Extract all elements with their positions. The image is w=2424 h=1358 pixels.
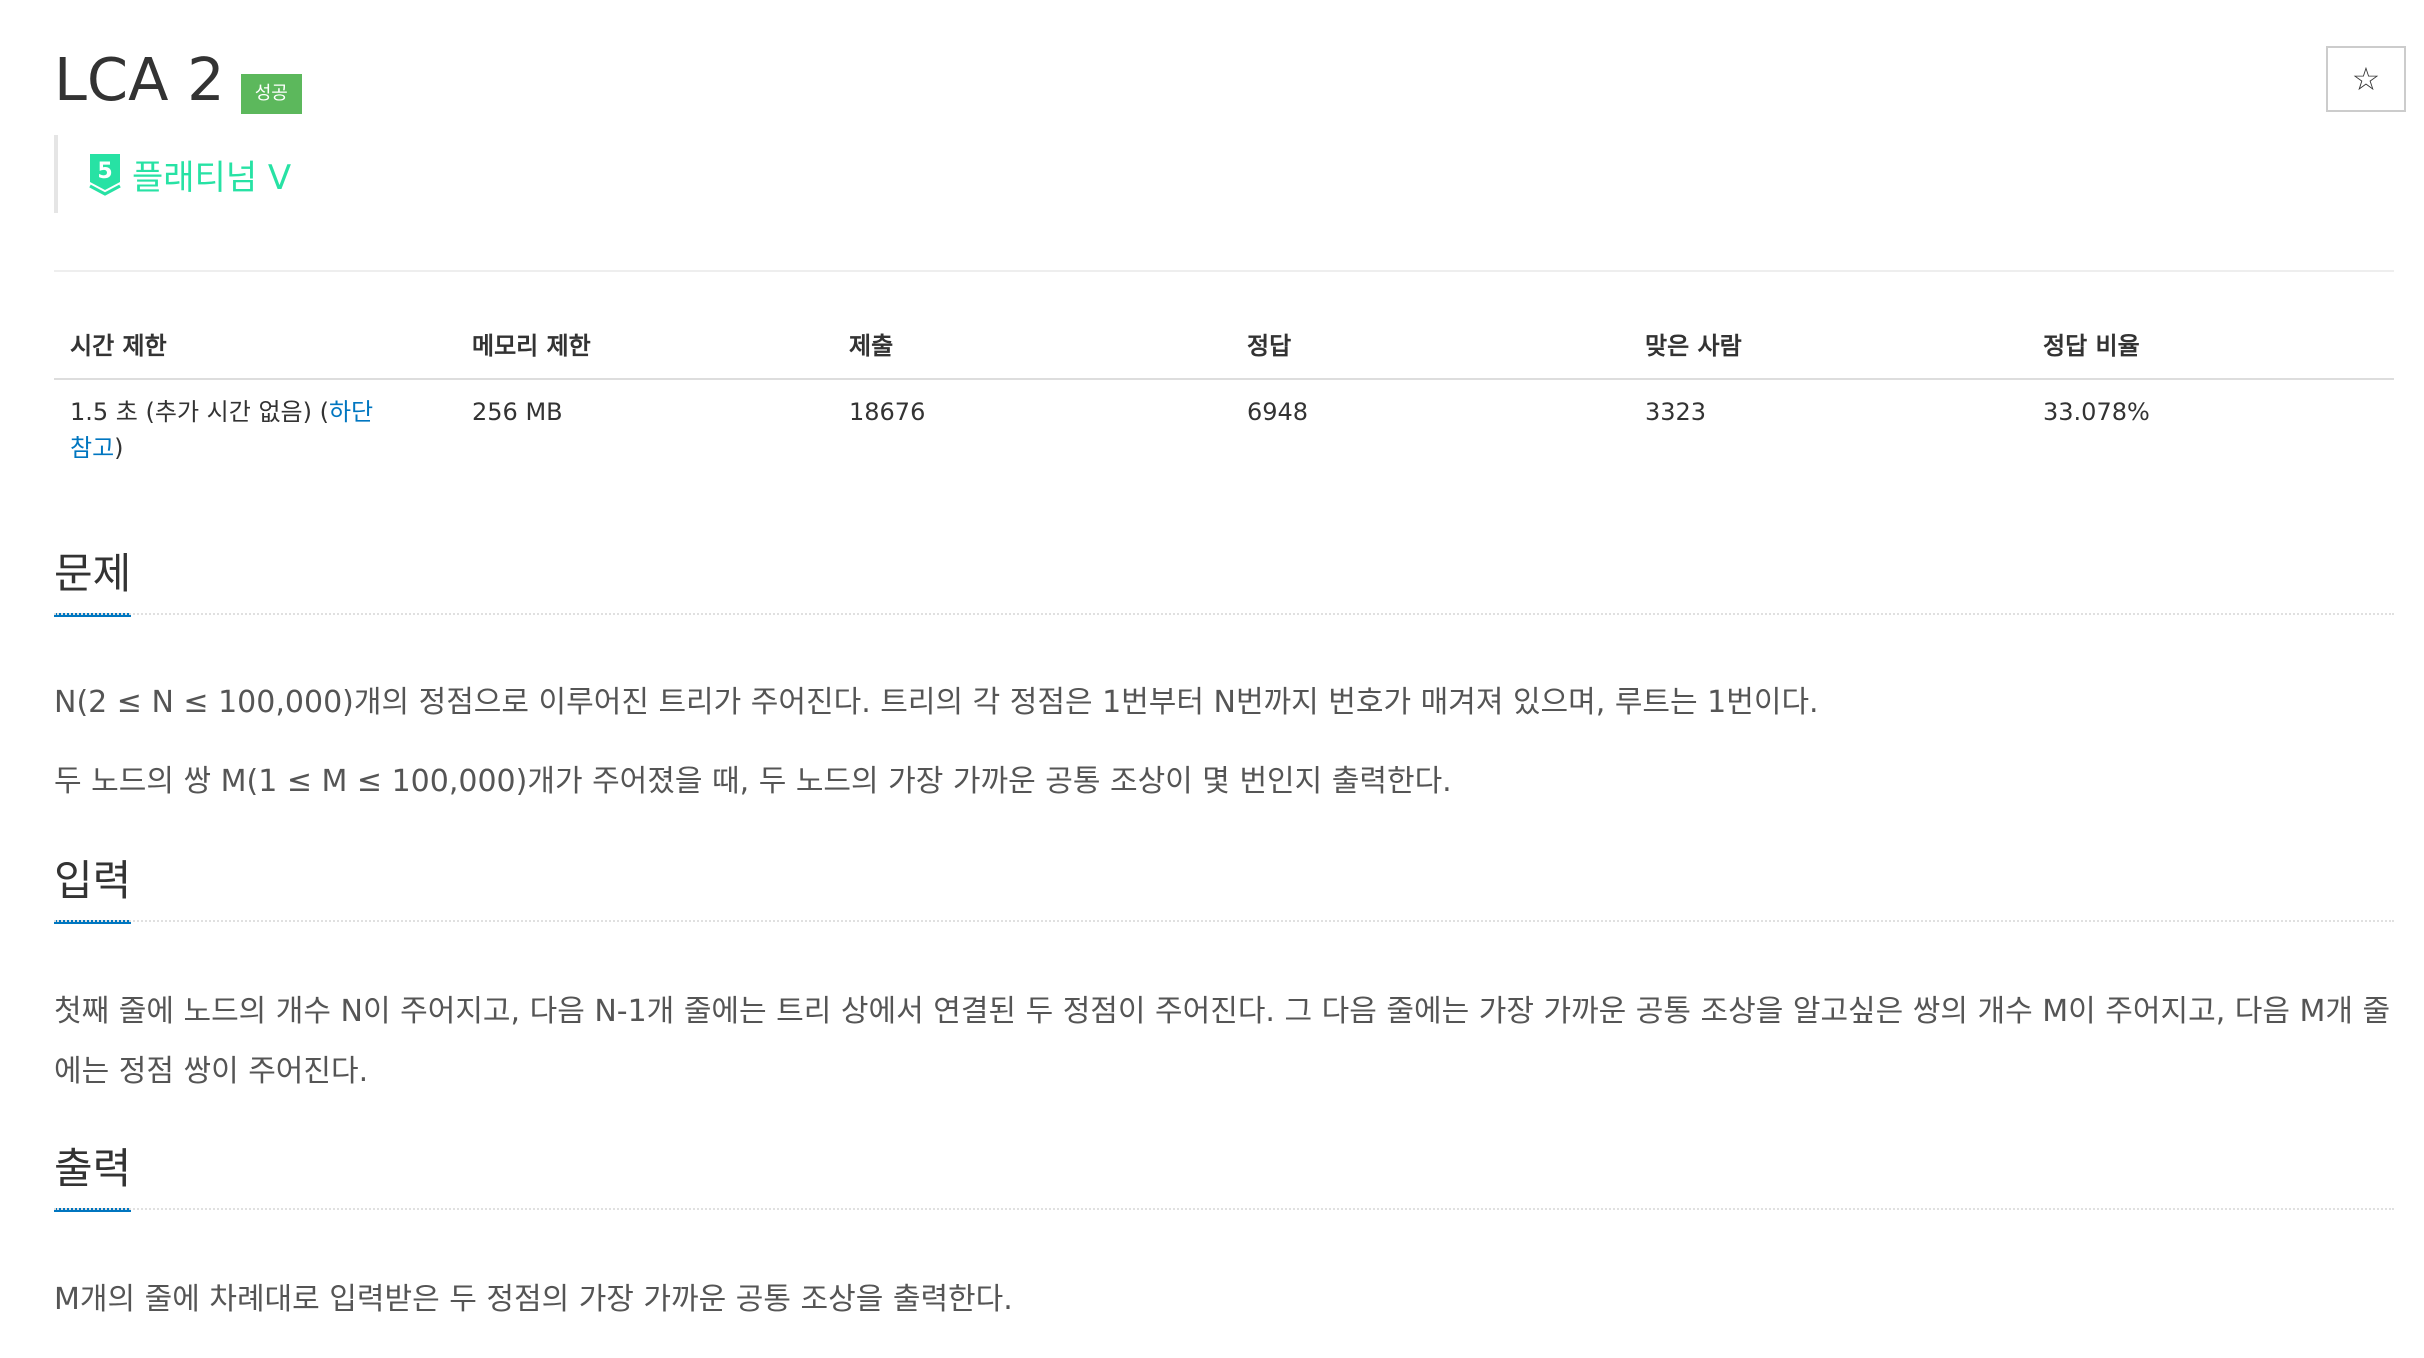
section-input-title: 입력 bbox=[54, 852, 132, 924]
section-output-header: 출력 bbox=[54, 1140, 2394, 1212]
ratio-value: 33.078% bbox=[2043, 398, 2150, 426]
header-submissions: 제출 bbox=[833, 310, 1231, 380]
section-output-title: 출력 bbox=[54, 1140, 132, 1212]
header-divider bbox=[54, 270, 2394, 272]
header-memory-limit: 메모리 제한 bbox=[456, 310, 833, 380]
tier-label[interactable]: 플래티넘 V bbox=[132, 150, 291, 199]
time-limit-cell: 1.5 초 (추가 시간 없음) (하단 참고) bbox=[54, 379, 456, 480]
info-value-row: 1.5 초 (추가 시간 없음) (하단 참고) 256 MB 18676 69… bbox=[54, 379, 2394, 480]
header-accepted: 정답 bbox=[1231, 310, 1629, 380]
time-limit-text: 1.5 초 (추가 시간 없음) ( bbox=[70, 398, 329, 426]
problem-info-table: 시간 제한 메모리 제한 제출 정답 맞은 사람 정답 비율 1.5 초 (추가… bbox=[54, 310, 2394, 480]
time-limit-close: ) bbox=[114, 434, 124, 462]
tier-badge-icon: 5 bbox=[88, 152, 122, 196]
submissions-value: 18676 bbox=[849, 398, 926, 426]
input-paragraph: 첫째 줄에 노드의 개수 N이 주어지고, 다음 N-1개 줄에는 트리 상에서… bbox=[54, 994, 2391, 1089]
star-icon: ☆ bbox=[2351, 60, 2381, 98]
header-ratio: 정답 비율 bbox=[2027, 310, 2394, 380]
section-divider bbox=[54, 613, 2394, 615]
problem-paragraph-1: N(2 ≤ N ≤ 100,000)개의 정점으로 이루어진 트리가 주어진다.… bbox=[54, 685, 1819, 720]
tier-block: 5 플래티넘 V bbox=[54, 135, 291, 213]
favorite-star-button[interactable]: ☆ bbox=[2326, 46, 2406, 112]
section-problem-title: 문제 bbox=[54, 545, 132, 617]
accepted-value: 6948 bbox=[1247, 398, 1309, 426]
section-problem-header: 문제 bbox=[54, 545, 2394, 617]
header-time-limit: 시간 제한 bbox=[54, 310, 456, 380]
section-divider bbox=[54, 1208, 2394, 1210]
info-header-row: 시간 제한 메모리 제한 제출 정답 맞은 사람 정답 비율 bbox=[54, 310, 2394, 380]
header-solvers: 맞은 사람 bbox=[1629, 310, 2027, 380]
status-badge: 성공 bbox=[240, 74, 302, 114]
section-input-header: 입력 bbox=[54, 852, 2394, 924]
problem-paragraph-2: 두 노드의 쌍 M(1 ≤ M ≤ 100,000)개가 주어졌을 때, 두 노… bbox=[54, 764, 1452, 799]
solvers-value: 3323 bbox=[1645, 398, 1707, 426]
memory-limit-value: 256 MB bbox=[472, 398, 563, 426]
title-row: LCA 2 성공 bbox=[54, 40, 302, 120]
problem-page: LCA 2 성공 ☆ 5 플래티넘 V 시간 제한 메모리 제한 제출 정답 맞… bbox=[0, 0, 2424, 1358]
tier-number: 5 bbox=[97, 159, 112, 184]
section-divider bbox=[54, 920, 2394, 922]
output-paragraph: M개의 줄에 차례대로 입력받은 두 정점의 가장 가까운 공통 조상을 출력한… bbox=[54, 1282, 1013, 1317]
page-title: LCA 2 bbox=[54, 45, 225, 114]
